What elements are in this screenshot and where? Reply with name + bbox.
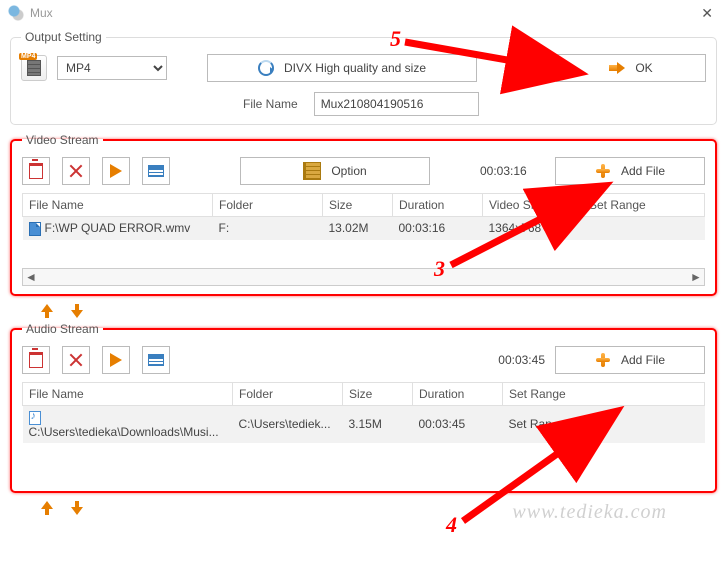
ok-arrow-icon [609,62,625,74]
video-movedown-button[interactable] [68,304,86,318]
acol-duration[interactable]: Duration [413,382,503,405]
video-props-button[interactable] [142,157,170,185]
plus-icon [595,163,611,179]
play-icon [110,353,122,367]
video-addfile-label: Add File [621,164,665,178]
col-size[interactable]: Size [323,194,393,217]
video-file-icon [29,222,41,236]
video-total-duration: 00:03:16 [480,164,527,178]
filename-input[interactable] [314,92,479,116]
video-cell-size: 13.02M [323,217,393,240]
output-legend: Output Setting [21,30,106,44]
audio-cell-filename: C:\Users\tedieka\Downloads\Musi... [29,425,219,439]
audio-file-icon [29,411,41,425]
audio-movedown-button[interactable] [68,501,86,515]
audio-header-row: File Name Folder Size Duration Set Range [23,382,705,405]
x-icon [69,353,83,367]
audio-moveup-button[interactable] [38,501,56,515]
acol-setrange[interactable]: Set Range [503,382,705,405]
window-title: Mux [30,6,53,20]
col-filename[interactable]: File Name [23,194,213,217]
properties-icon [148,165,164,177]
close-button[interactable]: ✕ [695,5,719,22]
audio-legend: Audio Stream [22,322,103,336]
video-cell-filename: F:\WP QUAD ERROR.wmv [45,221,191,235]
titlebar: Mux ✕ [0,0,727,26]
acol-folder[interactable]: Folder [233,382,343,405]
format-select[interactable]: MP4 [57,56,167,80]
annotation-4: 4 [446,512,457,538]
annotation-3: 3 [434,256,445,282]
audio-total-duration: 00:03:45 [498,353,545,367]
trash-icon [29,163,43,179]
video-clear-button[interactable] [22,157,50,185]
scroll-left-icon[interactable]: ◄ [23,270,39,284]
audio-props-button[interactable] [142,346,170,374]
audio-cell-folder: C:\Users\tediek... [233,405,343,442]
audio-remove-button[interactable] [62,346,90,374]
annotation-arrow-3 [446,180,616,270]
format-icon [21,55,47,81]
audio-clear-button[interactable] [22,346,50,374]
video-remove-button[interactable] [62,157,90,185]
ok-label: OK [635,61,652,75]
properties-icon [148,354,164,366]
output-setting-group: Output Setting MP4 DIVX High quality and… [10,30,717,125]
film-icon [303,162,321,180]
annotation-arrow-5 [400,34,590,84]
audio-play-button[interactable] [102,346,130,374]
filename-label: File Name [243,97,298,111]
plus-icon [595,352,611,368]
play-icon [110,164,122,178]
video-cell-folder: F: [213,217,323,240]
audio-cell-size: 3.15M [343,405,413,442]
video-option-label: Option [331,164,366,178]
x-icon [69,164,83,178]
acol-filename[interactable]: File Name [23,382,233,405]
scroll-right-icon[interactable]: ► [688,270,704,284]
audio-addfile-label: Add File [621,353,665,367]
col-folder[interactable]: Folder [213,194,323,217]
video-reorder [38,304,727,318]
watermark: www.tedieka.com [512,501,667,524]
audio-addfile-button[interactable]: Add File [555,346,705,374]
video-moveup-button[interactable] [38,304,56,318]
video-hscrollbar[interactable]: ◄ ► [22,268,705,286]
acol-size[interactable]: Size [343,382,413,405]
profile-icon [258,60,274,76]
video-legend: Video Stream [22,133,103,147]
video-option-button[interactable]: Option [240,157,430,185]
video-play-button[interactable] [102,157,130,185]
app-icon [8,5,24,21]
trash-icon [29,352,43,368]
